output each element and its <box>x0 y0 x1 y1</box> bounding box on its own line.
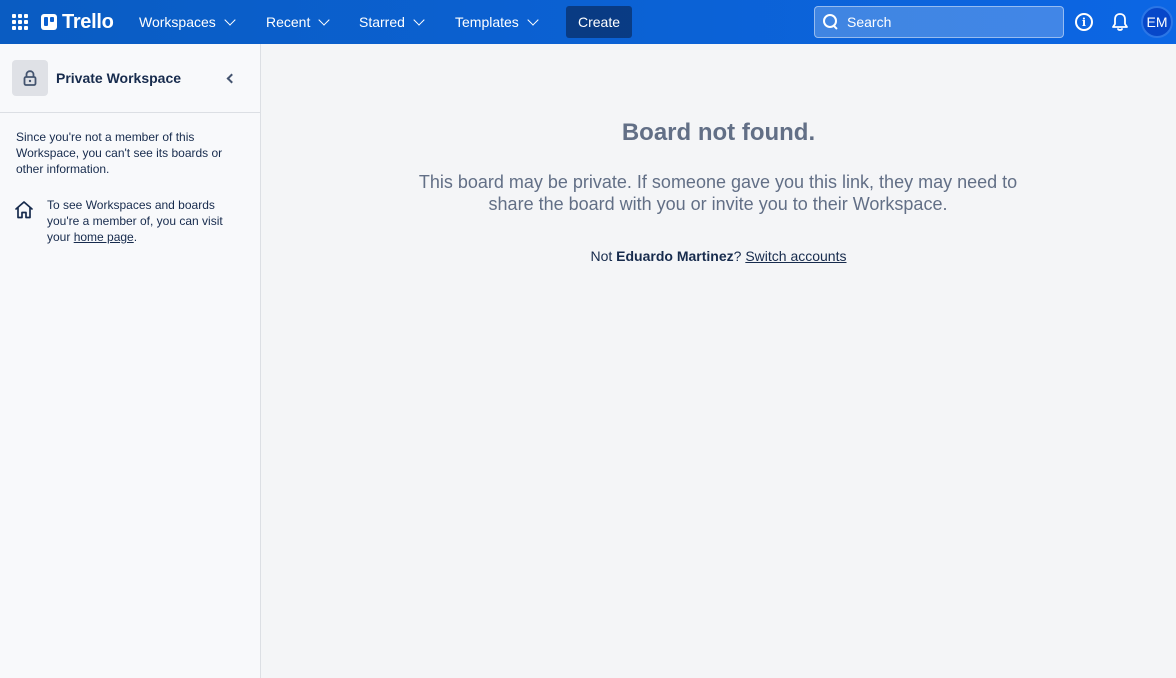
nav-starred-dropdown[interactable]: Starred <box>351 7 431 37</box>
not-suffix-text: ? <box>733 248 746 264</box>
nav-recent-label: Recent <box>266 14 311 30</box>
chevron-down-icon <box>318 14 331 26</box>
chevron-left-icon <box>226 73 237 83</box>
switch-accounts-link[interactable]: Switch accounts <box>745 248 846 264</box>
nav-workspaces-label: Workspaces <box>139 14 216 30</box>
account-notice: Not Eduardo Martinez? Switch accounts <box>261 248 1176 264</box>
collapse-sidebar-button[interactable] <box>220 68 240 88</box>
home-icon <box>15 201 33 219</box>
trello-logo-icon <box>41 14 57 30</box>
search-input[interactable] <box>847 14 1047 30</box>
not-prefix-text: Not <box>590 248 617 264</box>
lock-icon <box>23 70 37 86</box>
search-box[interactable] <box>814 6 1064 38</box>
workspace-header: Private Workspace <box>0 44 260 113</box>
current-user-name: Eduardo Martinez <box>616 248 734 264</box>
home-message-period: . <box>133 230 138 244</box>
board-private-description: This board may be private. If someone ga… <box>418 172 1018 214</box>
page-title: Board not found. <box>621 119 816 146</box>
top-navigation-bar: Trello Workspaces Recent Starred Templat… <box>0 0 1176 44</box>
trello-logo-text: Trello <box>62 10 114 33</box>
workspace-sidebar: Private Workspace Since you're not a mem… <box>0 44 261 678</box>
chevron-down-icon <box>224 14 236 26</box>
nav-templates-dropdown[interactable]: Templates <box>447 7 545 37</box>
information-icon[interactable]: i <box>1075 13 1093 31</box>
app-switcher-icon[interactable] <box>12 14 28 30</box>
not-member-message: Since you're not a member of this Worksp… <box>16 130 223 176</box>
nav-recent-dropdown[interactable]: Recent <box>258 7 336 37</box>
chevron-down-icon <box>527 14 539 26</box>
trello-logo[interactable]: Trello <box>41 11 114 33</box>
home-page-message: To see Workspaces and boards you're a me… <box>47 197 247 245</box>
user-avatar[interactable]: EM <box>1141 6 1173 38</box>
search-icon <box>823 14 839 30</box>
create-button[interactable]: Create <box>566 6 632 38</box>
home-page-link[interactable]: home page <box>74 230 134 244</box>
workspace-lock-tile <box>12 60 48 96</box>
notifications-bell-icon[interactable] <box>1111 12 1129 32</box>
nav-templates-label: Templates <box>455 14 519 30</box>
nav-starred-label: Starred <box>359 14 405 30</box>
workspace-name: Private Workspace <box>56 70 182 86</box>
nav-workspaces-dropdown[interactable]: Workspaces <box>131 7 242 37</box>
chevron-down-icon <box>413 14 425 26</box>
